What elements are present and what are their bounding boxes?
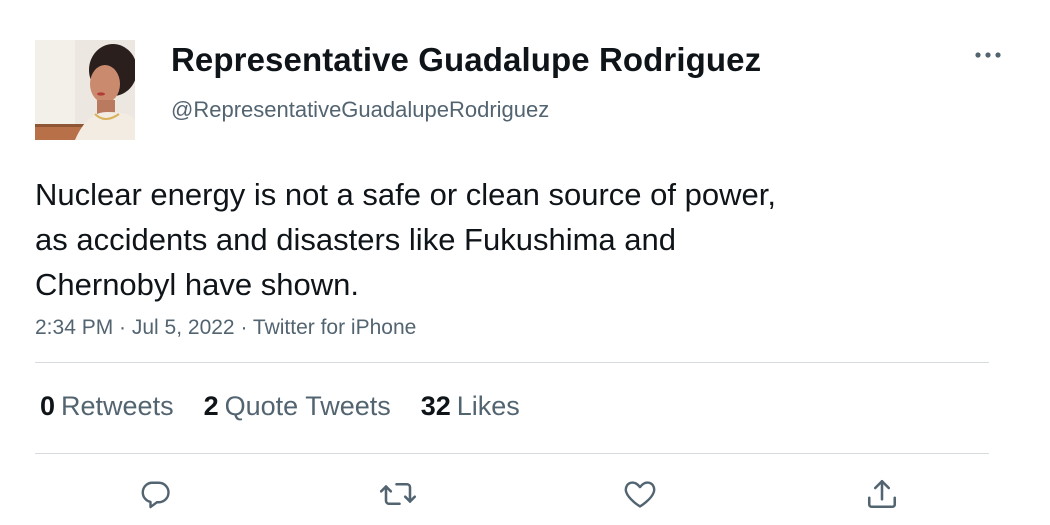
author-handle[interactable]: @RepresentativeGuadalupeRodriguez [171,97,549,123]
avatar[interactable] [35,40,135,140]
quote-tweets-stat[interactable]: 2 Quote Tweets [204,391,391,422]
more-options-button[interactable] [970,40,1006,70]
reply-button[interactable] [133,472,177,516]
tweet-text: Nuclear energy is not a safe or clean so… [35,172,935,307]
quote-tweets-label: Quote Tweets [224,390,391,421]
avatar-image [35,40,135,140]
retweets-label: Retweets [61,390,174,421]
reply-icon [141,481,170,509]
retweet-icon [379,482,417,506]
retweets-count: 0 [40,390,56,421]
author-display-name[interactable]: Representative Guadalupe Rodriguez [171,41,761,79]
tweet-stats: 0 Retweets 2 Quote Tweets 32 Likes [40,386,550,426]
tweet-text-line: Nuclear energy is not a safe or clean so… [35,177,776,212]
like-button[interactable] [618,472,662,516]
retweet-button[interactable] [376,472,420,516]
heart-icon [624,481,656,508]
more-horizontal-icon [975,52,1001,58]
retweets-stat[interactable]: 0 Retweets [40,391,174,422]
quote-tweets-count: 2 [203,390,219,421]
likes-label: Likes [456,390,520,421]
likes-count: 32 [420,390,451,421]
share-icon [867,479,897,509]
divider [35,453,989,454]
tweet-timestamp[interactable]: 2:34 PM · Jul 5, 2022 · Twitter for iPho… [35,316,416,340]
divider [35,362,989,363]
likes-stat[interactable]: 32 Likes [421,391,520,422]
tweet-text-line: Chernobyl have shown. [35,267,359,302]
tweet-text-line: as accidents and disasters like Fukushim… [35,222,676,257]
share-button[interactable] [860,472,904,516]
